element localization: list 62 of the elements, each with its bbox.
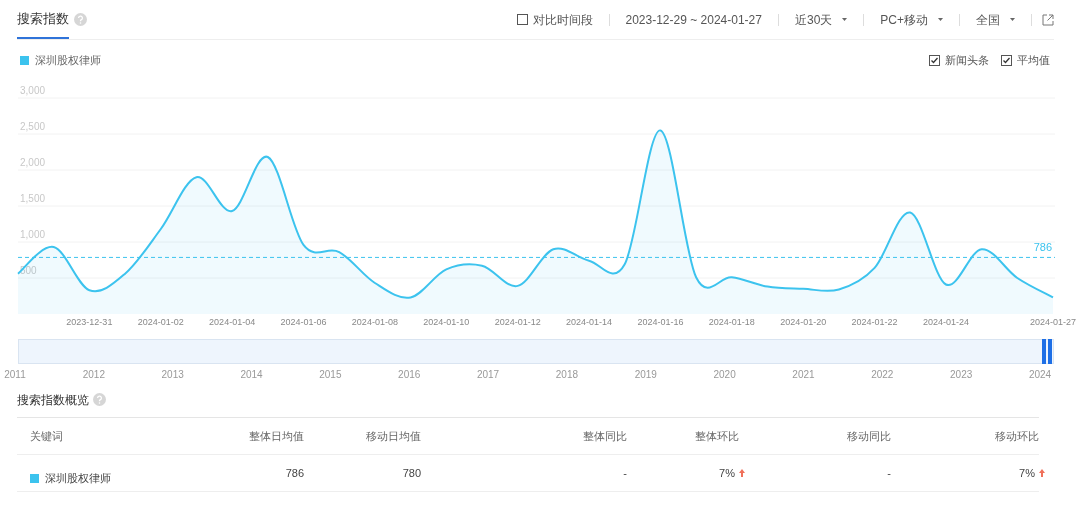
x-axis-label: 2024-01-18 — [708, 317, 755, 327]
date-range-picker[interactable]: 2023-12-29 ~ 2024-01-27 — [625, 10, 762, 29]
column-header: 移动日均值 — [366, 429, 421, 442]
checkbox[interactable] — [929, 54, 940, 66]
table-cell-text: 786 — [285, 465, 304, 481]
column-header: 关键词 — [30, 429, 63, 442]
legend-label: 深圳股权律师 — [35, 52, 101, 68]
range-slider-track[interactable] — [18, 339, 1054, 364]
x-axis-label: 2024-01-08 — [351, 317, 398, 327]
table-cell-text: 7% — [1019, 465, 1035, 481]
column-header: 移动环比 — [995, 429, 1039, 442]
x-axis-label: 2024-01-14 — [566, 317, 613, 327]
checkbox-label[interactable]: 平均值 — [1017, 51, 1050, 69]
year-label: 2012 — [82, 369, 105, 380]
range-handle[interactable] — [1042, 339, 1052, 364]
column-header: 整体同比 — [583, 429, 627, 442]
x-axis-label: 2024-01-27 — [1030, 317, 1076, 327]
section-title: 搜索指数概览 — [17, 391, 89, 409]
column-header: 移动同比 — [847, 429, 891, 442]
dropdown[interactable]: 全国 — [976, 10, 1015, 29]
year-label: 2013 — [161, 369, 184, 380]
tab[interactable]: 搜索指数 — [17, 0, 69, 39]
year-label: 2018 — [555, 369, 579, 380]
year-label: 2024 — [1028, 369, 1052, 380]
year-label: 2015 — [319, 369, 342, 380]
average-label: 786 — [1033, 241, 1052, 254]
year-label: 2022 — [871, 369, 894, 380]
table-cell-text: 780 — [402, 465, 421, 481]
caret-icon — [842, 18, 848, 21]
checkbox-label[interactable]: 对比时间段 — [532, 10, 593, 29]
checkbox[interactable] — [516, 14, 528, 25]
caret-icon — [938, 18, 943, 21]
dropdown[interactable]: PC+移动 — [880, 10, 943, 29]
x-axis-label: 2024-01-24 — [922, 317, 969, 327]
x-axis-label: 2024-01-04 — [209, 317, 256, 327]
x-axis-label: 2024-01-10 — [423, 317, 470, 327]
year-label: 2023 — [950, 369, 973, 380]
keyword-cell-text: 深圳股权律师 — [45, 470, 111, 486]
column-header: 整体日均值 — [249, 429, 304, 442]
caret-icon — [1010, 18, 1015, 21]
x-axis-label: 2024-01-16 — [637, 317, 684, 327]
checkbox[interactable] — [1001, 54, 1012, 66]
x-axis-label: 2024-01-22 — [851, 317, 898, 327]
year-label: 2014 — [240, 369, 263, 380]
table-cell-text: - — [887, 465, 891, 481]
export-icon[interactable] — [1042, 13, 1054, 26]
year-label: 2020 — [713, 369, 736, 380]
x-axis-label: 2023-12-31 — [66, 317, 113, 327]
table-cell-text: - — [623, 465, 627, 481]
column-header: 整体环比 — [695, 429, 739, 442]
year-label: 2011 — [4, 369, 26, 380]
x-axis-label: 2024-01-12 — [494, 317, 541, 327]
checkbox-label[interactable]: 新闻头条 — [945, 51, 989, 69]
year-label: 2021 — [792, 369, 815, 380]
table-cell-text: 7% — [719, 465, 735, 481]
year-label: 2019 — [634, 369, 657, 380]
x-axis-label: 2024-01-06 — [280, 317, 327, 327]
year-label: 2016 — [398, 369, 421, 380]
year-label: 2017 — [476, 369, 500, 380]
x-axis-label: 2024-01-02 — [137, 317, 184, 327]
dropdown[interactable]: 近30天 — [794, 10, 848, 29]
x-axis-label: 2024-01-20 — [780, 317, 827, 327]
